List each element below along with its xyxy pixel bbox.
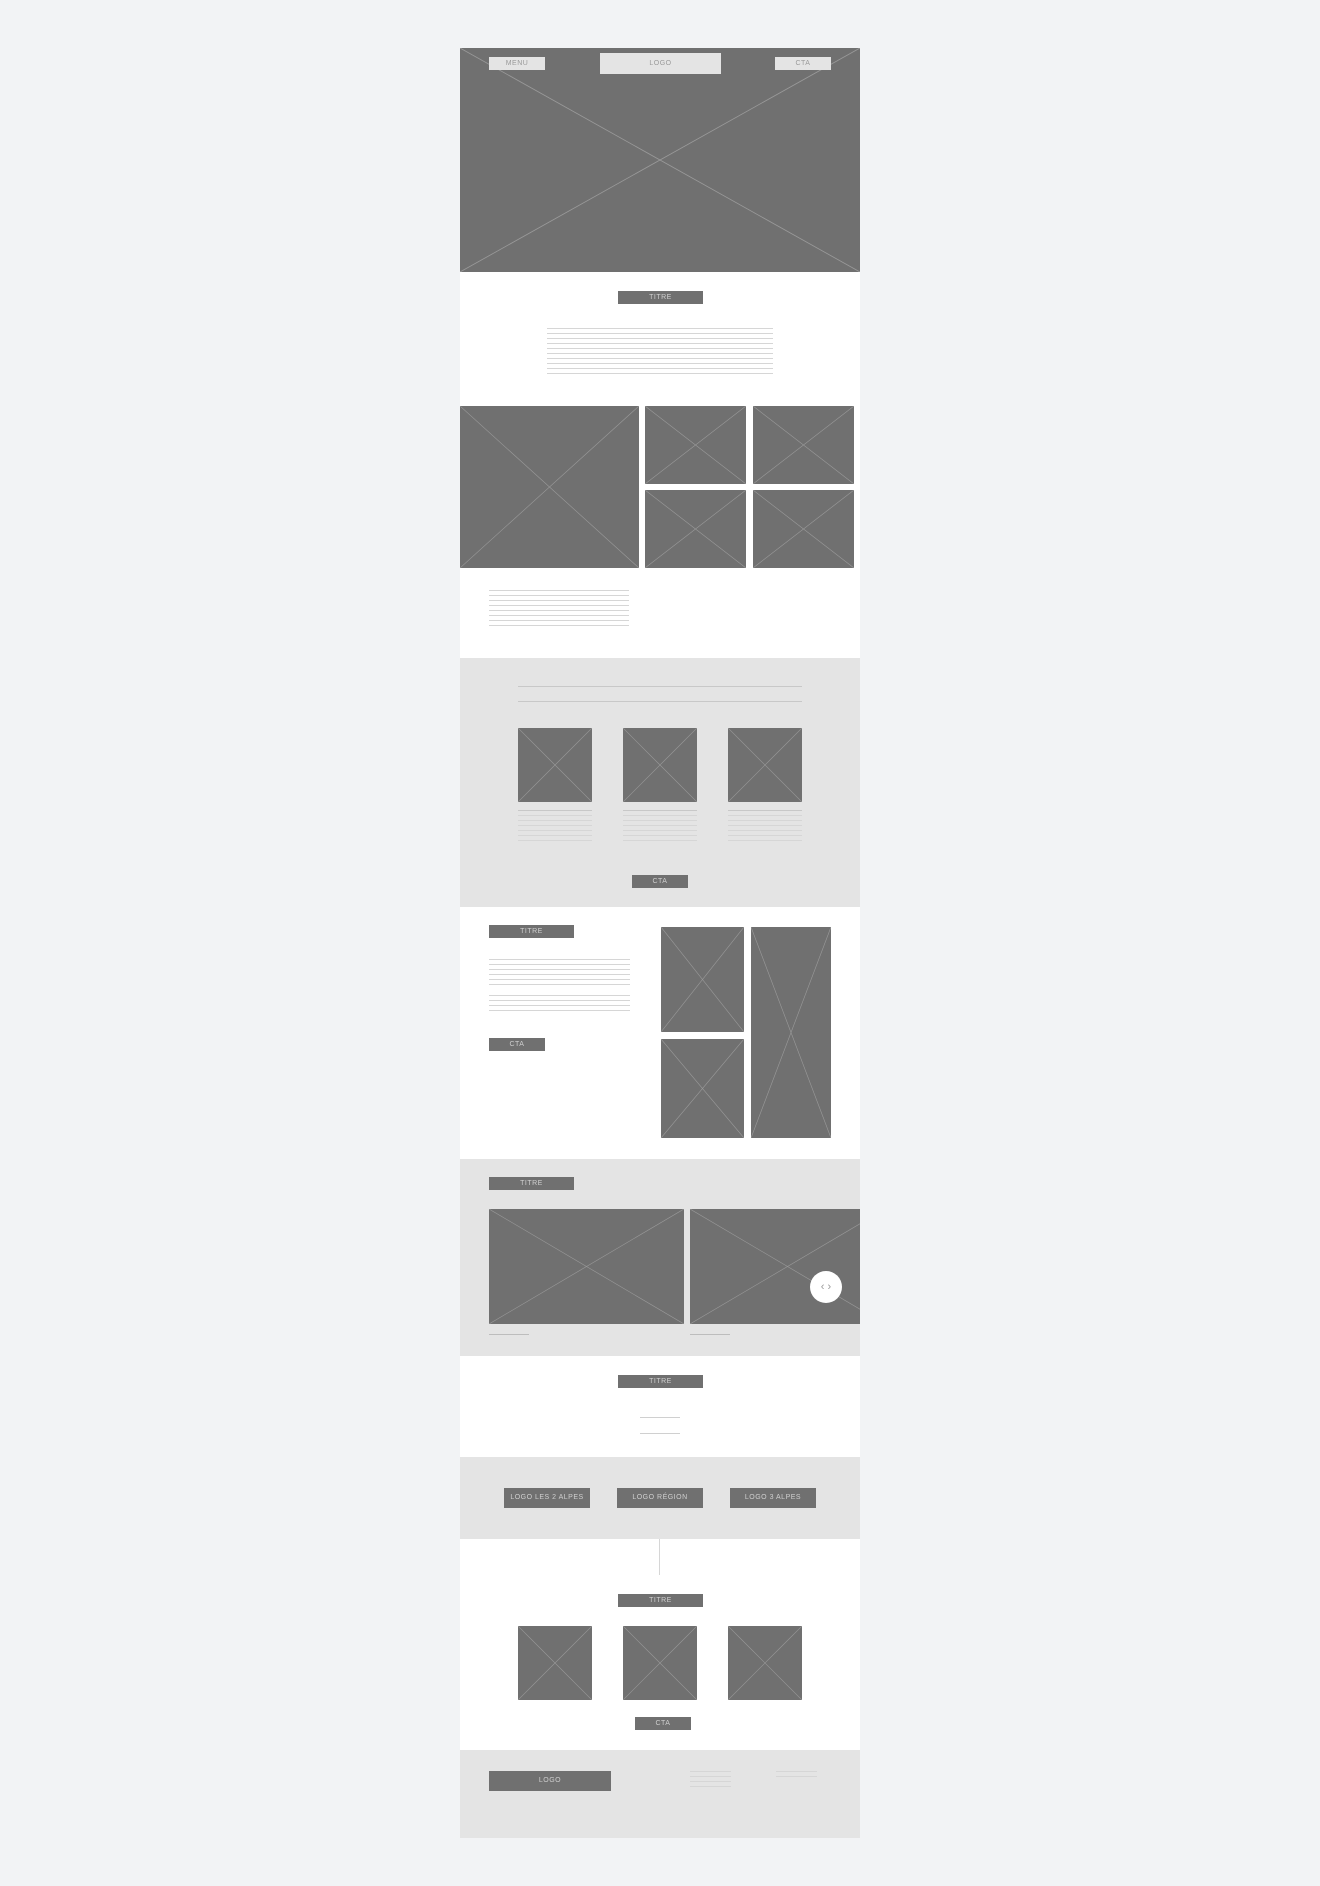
carousel-slide xyxy=(489,1209,684,1324)
grid-image-small xyxy=(753,406,854,484)
divider xyxy=(640,1433,680,1434)
grid-image-large xyxy=(460,406,639,568)
wireframe-page: MENU LOGO CTA TITRE CTA TITRE CTA TITRE … xyxy=(460,48,860,1838)
carousel-title: TITRE xyxy=(489,1177,574,1190)
gallery-section: TITRE CTA xyxy=(460,1539,860,1750)
grid-image-small xyxy=(645,406,746,484)
divider xyxy=(640,1417,680,1418)
grid-image-small xyxy=(753,490,854,568)
split-image-top xyxy=(661,927,744,1032)
cta-button[interactable]: CTA xyxy=(775,57,831,70)
slide-caption xyxy=(489,1334,529,1335)
divider xyxy=(518,686,802,687)
features-cta-button[interactable]: CTA xyxy=(632,875,688,888)
footer-links xyxy=(690,1771,731,1791)
split-text xyxy=(489,959,630,1015)
title-section: TITRE xyxy=(460,1356,860,1457)
feature-image xyxy=(623,728,697,802)
footer-logo[interactable]: LOGO xyxy=(489,1771,611,1791)
features-section: CTA xyxy=(460,658,860,907)
menu-button[interactable]: MENU xyxy=(489,57,545,70)
vertical-divider xyxy=(659,1539,660,1575)
grid-caption-text xyxy=(489,590,629,630)
gallery-title: TITRE xyxy=(618,1594,703,1607)
intro-title: TITRE xyxy=(618,291,703,304)
carousel-slide xyxy=(690,1209,860,1324)
partners-section: LOGO LES 2 ALPES LOGO RÉGION LOGO 3 ALPE… xyxy=(460,1457,860,1539)
gallery-image xyxy=(623,1626,697,1700)
gallery-image xyxy=(728,1626,802,1700)
split-cta-button[interactable]: CTA xyxy=(489,1038,545,1051)
split-section: TITRE CTA xyxy=(460,907,860,1159)
split-image-bottom xyxy=(661,1039,744,1138)
partner-logo[interactable]: LOGO RÉGION xyxy=(617,1488,703,1508)
intro-text xyxy=(547,328,773,378)
slide-caption xyxy=(690,1334,730,1335)
hero-section: MENU LOGO CTA xyxy=(460,48,860,272)
feature-text xyxy=(623,810,697,845)
gallery-image xyxy=(518,1626,592,1700)
intro-section: TITRE xyxy=(460,272,860,406)
feature-image xyxy=(728,728,802,802)
feature-text xyxy=(728,810,802,845)
carousel-section: TITRE ‹ › xyxy=(460,1159,860,1356)
logo[interactable]: LOGO xyxy=(600,53,721,74)
split-title: TITRE xyxy=(489,925,574,938)
carousel-nav-button[interactable]: ‹ › xyxy=(810,1271,842,1303)
partner-logo[interactable]: LOGO LES 2 ALPES xyxy=(504,1488,590,1508)
hero-image xyxy=(460,48,860,272)
feature-text xyxy=(518,810,592,845)
gallery-cta-button[interactable]: CTA xyxy=(635,1717,691,1730)
split-image-tall xyxy=(751,927,831,1138)
footer-section: LOGO xyxy=(460,1750,860,1838)
feature-image xyxy=(518,728,592,802)
chevron-left-right-icon: ‹ › xyxy=(820,1281,832,1293)
grid-image-small xyxy=(645,490,746,568)
divider xyxy=(518,701,802,702)
section-title: TITRE xyxy=(618,1375,703,1388)
partner-logo[interactable]: LOGO 3 ALPES xyxy=(730,1488,816,1508)
footer-links xyxy=(776,1771,817,1781)
image-grid-section xyxy=(460,406,860,658)
